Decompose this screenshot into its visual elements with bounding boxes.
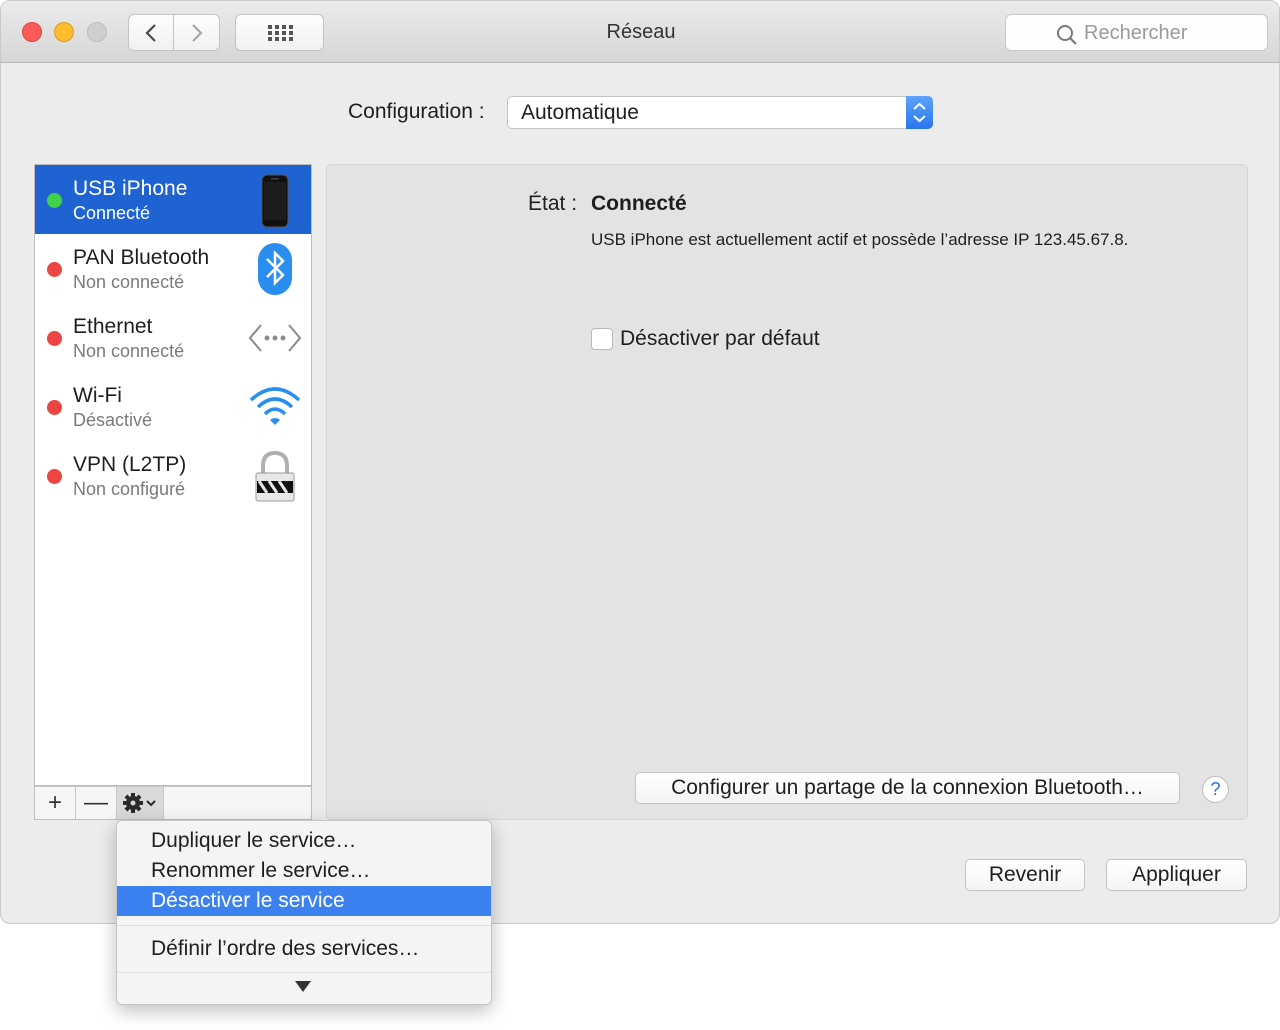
- search-icon: [1057, 25, 1077, 45]
- help-button[interactable]: ?: [1202, 776, 1229, 803]
- apply-button[interactable]: Appliquer: [1106, 859, 1247, 891]
- chevron-right-icon: [191, 23, 203, 42]
- vpn-lock-icon: [255, 450, 295, 502]
- show-all-button[interactable]: [235, 14, 324, 51]
- service-item-ethernet[interactable]: Ethernet Non connecté: [35, 303, 311, 372]
- configuration-label: Configuration :: [348, 100, 485, 123]
- service-name: VPN (L2TP): [73, 453, 187, 476]
- minimize-window-button[interactable]: [54, 22, 74, 42]
- forward-button[interactable]: [174, 14, 220, 51]
- service-status: Non configuré: [73, 479, 186, 499]
- configuration-select[interactable]: Automatique: [507, 96, 933, 129]
- ethernet-icon: [248, 324, 302, 352]
- network-preferences-window: Réseau Rechercher Configuration : Automa…: [0, 0, 1280, 924]
- service-list[interactable]: USB iPhone Connecté PAN Bluetooth Non co…: [34, 164, 312, 786]
- service-name: Wi-Fi: [73, 384, 122, 407]
- state-value: Connecté: [591, 192, 687, 215]
- service-item-usb-iphone[interactable]: USB iPhone Connecté: [35, 165, 311, 234]
- state-description: USB iPhone est actuellement actif et pos…: [591, 230, 1129, 249]
- wifi-icon: [249, 387, 301, 425]
- menu-separator: [117, 925, 491, 926]
- service-status: Connecté: [73, 203, 151, 223]
- service-status: Désactivé: [73, 410, 153, 430]
- service-list-toolbar: + —: [34, 786, 312, 820]
- menu-item-disable-service[interactable]: Désactiver le service: [117, 886, 491, 916]
- window-title: Réseau: [606, 21, 676, 43]
- remove-service-button[interactable]: —: [76, 787, 117, 819]
- status-dot-disconnected: [47, 262, 62, 277]
- status-dot-disconnected: [47, 400, 62, 415]
- service-name: PAN Bluetooth: [73, 246, 210, 269]
- search-field[interactable]: Rechercher: [1005, 14, 1268, 51]
- service-item-vpn-l2tp[interactable]: VPN (L2TP) Non configuré: [35, 441, 311, 510]
- revert-button[interactable]: Revenir: [965, 859, 1085, 891]
- disable-by-default-checkbox[interactable]: [591, 328, 613, 350]
- zoom-window-button[interactable]: [87, 22, 107, 42]
- service-actions-button[interactable]: [117, 787, 164, 819]
- iphone-icon: [261, 174, 289, 228]
- service-status: Non connecté: [73, 272, 185, 292]
- service-item-pan-bluetooth[interactable]: PAN Bluetooth Non connecté: [35, 234, 311, 303]
- service-name: Ethernet: [73, 315, 153, 338]
- status-dot-connected: [47, 193, 62, 208]
- menu-scroll-down-icon[interactable]: [295, 981, 311, 992]
- select-stepper-icon: [906, 96, 933, 129]
- status-dot-disconnected: [47, 331, 62, 346]
- menu-item-rename-service[interactable]: Renommer le service…: [117, 856, 491, 886]
- service-status: Non connecté: [73, 341, 185, 361]
- service-actions-menu: Dupliquer le service… Renommer le servic…: [116, 820, 492, 1005]
- chevron-down-icon: [146, 800, 156, 807]
- add-service-button[interactable]: +: [35, 787, 76, 819]
- menu-item-duplicate-service[interactable]: Dupliquer le service…: [117, 826, 491, 856]
- service-name: USB iPhone: [73, 177, 188, 200]
- service-item-wifi[interactable]: Wi-Fi Désactivé: [35, 372, 311, 441]
- disable-by-default-label[interactable]: Désactiver par défaut: [620, 327, 820, 351]
- grid-icon: [267, 24, 293, 41]
- state-label: État :: [528, 192, 578, 215]
- search-placeholder: Rechercher: [1084, 22, 1188, 44]
- menu-separator: [117, 972, 491, 973]
- back-button[interactable]: [128, 14, 174, 51]
- gear-icon: [123, 793, 156, 813]
- status-dot-disconnected: [47, 469, 62, 484]
- chevron-left-icon: [145, 23, 156, 42]
- menu-item-set-service-order[interactable]: Définir l’ordre des services…: [117, 934, 491, 964]
- title-bar: Réseau Rechercher: [1, 1, 1279, 63]
- bluetooth-icon: [258, 243, 292, 295]
- close-window-button[interactable]: [22, 22, 42, 42]
- detail-panel: [326, 164, 1248, 820]
- configuration-value: Automatique: [521, 101, 639, 124]
- bluetooth-sharing-button[interactable]: Configurer un partage de la connexion Bl…: [635, 772, 1180, 804]
